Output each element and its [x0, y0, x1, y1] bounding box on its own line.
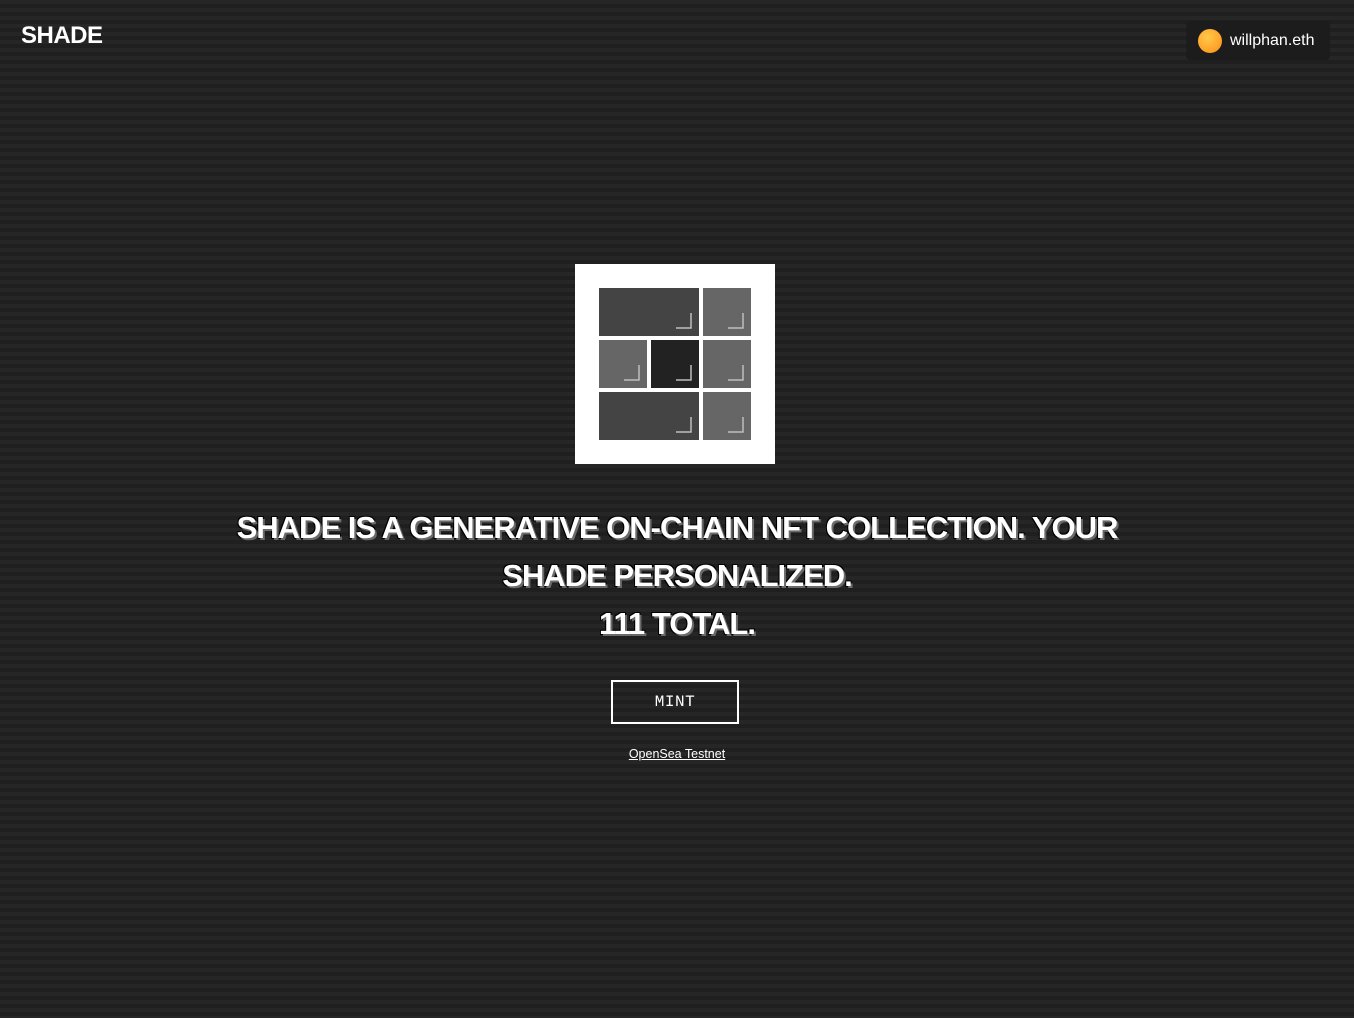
shade-artwork — [575, 264, 775, 464]
opensea-testnet-link[interactable]: OpenSea Testnet — [577, 747, 777, 761]
artwork-tile — [651, 340, 699, 388]
mint-button[interactable]: MINT — [611, 680, 739, 724]
artwork-tile — [703, 288, 751, 336]
site-logo[interactable]: SHADE — [21, 22, 103, 50]
headline-line-3: 111 TOTAL. — [599, 606, 756, 641]
shade-artwork-svg — [599, 288, 751, 440]
headline-line-1: SHADE IS A GENERATIVE ON-CHAIN NFT COLLE… — [236, 510, 1119, 545]
account-name: willphan.eth — [1230, 31, 1315, 49]
artwork-tile — [599, 392, 699, 440]
headline-line-2: SHADE PERSONALIZED. — [502, 558, 853, 593]
account-avatar — [1198, 28, 1222, 53]
artwork-tile — [599, 288, 699, 336]
artwork-tile — [599, 340, 647, 388]
headline: SHADE IS A GENERATIVE ON-CHAIN NFT COLLE… — [177, 504, 1177, 648]
account-button[interactable]: willphan.eth — [1186, 21, 1330, 60]
artwork-tile — [703, 392, 751, 440]
artwork-tile — [703, 340, 751, 388]
